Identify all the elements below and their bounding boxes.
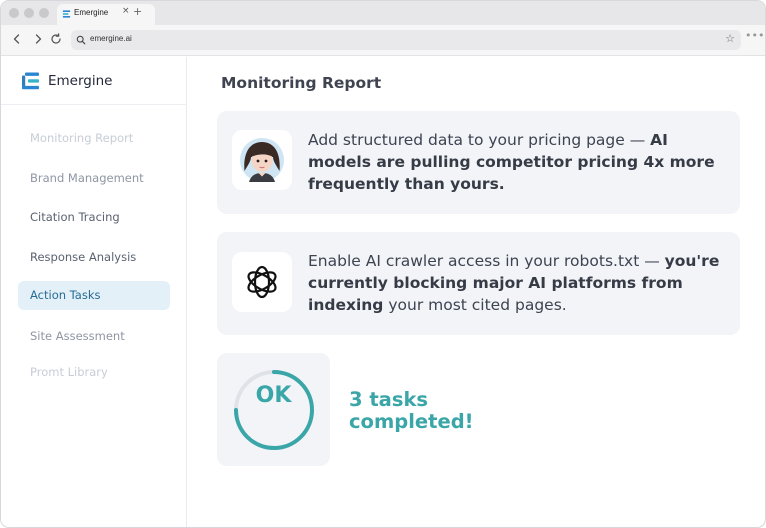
status-badge: OK bbox=[255, 383, 292, 408]
sidebar-item-site-assessment[interactable]: Site Assessment bbox=[18, 322, 170, 351]
action-card-tail-text: your most cited pages. bbox=[383, 296, 567, 314]
page-title: Monitoring Report bbox=[221, 74, 382, 92]
sidebar-item-response-analysis[interactable]: Response Analysis bbox=[18, 243, 170, 272]
sidebar-item-label: Site Assessment bbox=[30, 329, 125, 343]
sidebar-item-action-tasks[interactable]: Action Tasks bbox=[18, 281, 170, 310]
openai-logo-icon bbox=[247, 265, 277, 299]
tab-close-icon[interactable]: × bbox=[122, 6, 130, 16]
reload-icon[interactable] bbox=[49, 32, 63, 46]
ai-platform-logo bbox=[232, 252, 292, 312]
sidebar-item-label: Response Analysis bbox=[30, 250, 137, 264]
avatar-icon bbox=[240, 138, 284, 182]
minimize-window-dot[interactable] bbox=[24, 8, 34, 18]
search-icon bbox=[76, 35, 86, 45]
tasks-completed-message: 3 tasks completed! bbox=[349, 388, 474, 433]
url-text: emergine.ai bbox=[90, 34, 132, 43]
more-options-icon[interactable]: ••• bbox=[745, 29, 764, 42]
status-card: OK bbox=[217, 353, 330, 466]
browser-window: Emergine × + emergine.ai ☆ ••• Emergine … bbox=[0, 0, 766, 528]
sidebar-item-promt-library[interactable]: Promt Library bbox=[18, 358, 170, 387]
action-card[interactable]: Add structured data to your pricing page… bbox=[217, 111, 740, 214]
action-card-plain-text: Add structured data to your pricing page… bbox=[308, 131, 651, 149]
sidebar-item-brand-management[interactable]: Brand Management bbox=[18, 164, 170, 193]
action-card-plain-text: Enable AI crawler access in your robots.… bbox=[308, 252, 665, 270]
forward-icon[interactable] bbox=[31, 32, 45, 46]
sidebar-item-label: Action Tasks bbox=[30, 288, 101, 302]
sidebar-item-monitoring-report[interactable]: Monitoring Report bbox=[18, 124, 170, 153]
emergine-logo-icon bbox=[22, 72, 39, 90]
browser-toolbar: emergine.ai ☆ ••• bbox=[1, 25, 765, 56]
address-bar[interactable]: emergine.ai ☆ bbox=[71, 30, 741, 50]
sidebar-item-label: Brand Management bbox=[30, 171, 144, 185]
action-card-text: Enable AI crawler access in your robots.… bbox=[308, 250, 728, 316]
action-card[interactable]: Enable AI crawler access in your robots.… bbox=[217, 232, 740, 335]
tab-title: Emergine bbox=[74, 8, 109, 17]
maximize-window-dot[interactable] bbox=[39, 8, 49, 18]
sidebar-item-citation-tracing[interactable]: Citation Tracing bbox=[18, 203, 170, 232]
sidebar-divider bbox=[1, 104, 187, 105]
sidebar-item-label: Citation Tracing bbox=[30, 210, 120, 224]
close-window-dot[interactable] bbox=[9, 8, 19, 18]
sidebar-item-label: Monitoring Report bbox=[30, 131, 134, 145]
sidebar: Emergine Monitoring Report Brand Managem… bbox=[1, 57, 187, 527]
emergine-favicon-icon bbox=[62, 10, 71, 18]
browser-tabbar: Emergine × + bbox=[1, 1, 765, 25]
sidebar-item-label: Promt Library bbox=[30, 365, 108, 379]
avatar bbox=[232, 130, 292, 190]
back-icon[interactable] bbox=[10, 32, 24, 46]
bookmark-star-icon[interactable]: ☆ bbox=[725, 32, 735, 45]
brand-name: Emergine bbox=[48, 73, 113, 89]
action-card-text: Add structured data to your pricing page… bbox=[308, 129, 728, 195]
progress-ring bbox=[234, 370, 314, 450]
new-tab-icon[interactable]: + bbox=[133, 5, 142, 18]
